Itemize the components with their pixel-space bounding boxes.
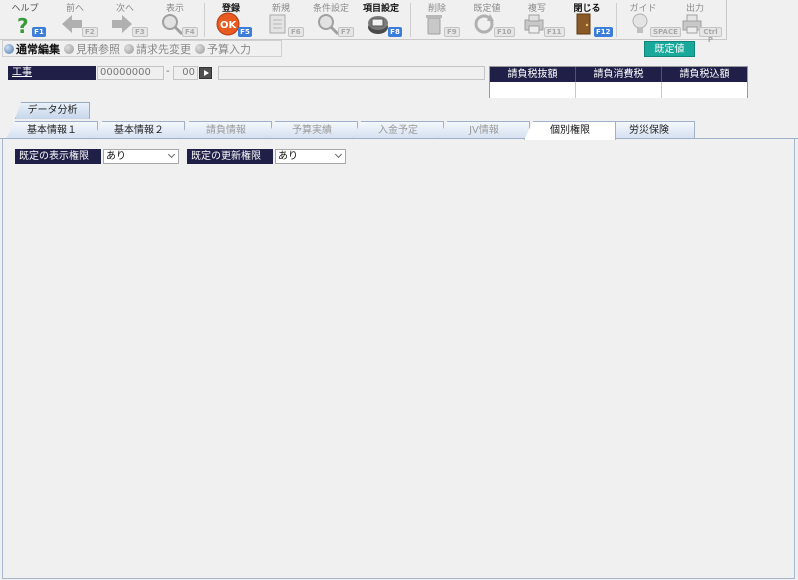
kouji-lookup-button[interactable]: [199, 67, 212, 79]
key-badge: F12: [594, 27, 613, 37]
toolbar-separator: [616, 3, 617, 37]
mode-budget-input[interactable]: 予算入力: [194, 41, 254, 56]
search-settings-icon: [318, 14, 340, 36]
mode-billing-change[interactable]: 請求先変更: [123, 41, 194, 56]
help-icon: ?: [17, 14, 29, 36]
kouji-code-field[interactable]: 00000000: [97, 66, 164, 80]
display-permission-value: あり: [106, 151, 126, 162]
tab-data-analysis[interactable]: データ分析: [15, 102, 90, 119]
mode-estimate-reference[interactable]: 見積参照: [63, 41, 123, 56]
mode-label: 通常編集: [16, 42, 60, 56]
key-badge: F5: [238, 27, 252, 37]
contract-summary-table: 請負税抜額 請負消費税 請負税込額: [489, 66, 748, 98]
radio-icon: [4, 43, 14, 54]
kouji-name-field[interactable]: [218, 66, 485, 80]
update-permission-value: あり: [278, 151, 298, 162]
tab-individual-permissions[interactable]: 個別権限: [524, 121, 616, 140]
kouji-dash: -: [166, 66, 170, 77]
key-badge: Ctrl P: [699, 27, 722, 44]
lightbulb-icon: [632, 13, 648, 33]
register-button[interactable]: 登録 OK F5: [208, 0, 258, 40]
tab-basic-info-2[interactable]: 基本情報２: [93, 121, 185, 139]
tab-budget-results[interactable]: 予算実績: [266, 121, 358, 139]
summary-header: 請負税込額: [679, 69, 730, 80]
key-badge: F1: [32, 27, 46, 37]
key-badge: F4: [182, 27, 198, 37]
key-badge: F8: [388, 27, 402, 37]
update-permission-select[interactable]: あり: [275, 149, 346, 164]
permissions-panel: 既定の表示権限 あり 既定の更新権限 あり: [2, 139, 795, 579]
close-button[interactable]: 閉じる F12: [564, 0, 614, 40]
svg-text:OK: OK: [220, 20, 238, 31]
display-permission-label: 既定の表示権限: [15, 149, 101, 164]
arrow-right-icon: [112, 15, 132, 33]
door-icon: [576, 13, 591, 35]
chevron-down-icon: [334, 150, 343, 159]
display-permission-select[interactable]: あり: [103, 149, 179, 164]
delete-button[interactable]: 削除 F9: [414, 0, 464, 40]
tab-payment-schedule[interactable]: 入金予定: [352, 121, 444, 139]
summary-value: [576, 82, 662, 98]
toolbar-separator: [410, 3, 411, 37]
key-badge: F2: [82, 27, 98, 37]
key-badge: F9: [444, 27, 460, 37]
radio-icon: [195, 43, 205, 54]
summary-header-row: 請負税抜額 請負消費税 請負税込額: [490, 67, 747, 82]
copy-button[interactable]: 複写 F11: [514, 0, 565, 40]
radio-icon: [124, 43, 134, 54]
new-button[interactable]: 新規 F6: [258, 0, 308, 40]
svg-text:?: ?: [17, 14, 29, 36]
output-button[interactable]: 出力 Ctrl P: [672, 0, 722, 44]
key-badge: F3: [132, 27, 148, 37]
tab-strip: 基本情報１ 基本情報２ 請負情報 予算実績 入金予定 JV情報 個別権限 労災保…: [0, 121, 798, 140]
mode-label: 見積参照: [76, 42, 120, 56]
summary-value-row: [490, 82, 747, 98]
tab-jv-info[interactable]: JV情報: [438, 121, 530, 139]
summary-value: [490, 82, 576, 98]
kouji-sub-field[interactable]: 00: [173, 66, 198, 80]
display-button[interactable]: 表示 F4: [152, 0, 202, 40]
key-badge: F6: [288, 27, 304, 37]
copy-icon: [524, 14, 544, 34]
default-value-tool-button[interactable]: 既定値 F10: [464, 0, 515, 40]
key-badge: F10: [494, 27, 515, 37]
summary-value: [662, 82, 747, 98]
mode-bar: 通常編集 見積参照 請求先変更 予算入力: [2, 40, 282, 57]
key-badge: F7: [338, 27, 354, 37]
refresh-icon: [474, 14, 494, 34]
mode-label: 請求先変更: [136, 42, 191, 56]
toolbar-separator: [204, 3, 205, 37]
summary-header: 請負税抜額: [490, 67, 576, 82]
tab-contract-info[interactable]: 請負情報: [180, 121, 272, 139]
item-settings-button[interactable]: 項目設定 F8: [358, 0, 408, 40]
tab-workers-compensation[interactable]: 労災保険: [603, 121, 695, 139]
summary-header: 請負消費税: [576, 67, 662, 82]
item-settings-icon: [368, 16, 388, 34]
toolbar: ヘルプ ? F1 前へ F2 次へ F3 表示 F4 登録 OK F5 新規 F…: [0, 0, 727, 44]
kouji-label[interactable]: 工事: [8, 66, 96, 80]
prev-button[interactable]: 前へ F2: [52, 0, 102, 40]
mode-label: 予算入力: [207, 42, 251, 56]
key-badge: F11: [544, 27, 565, 37]
next-button[interactable]: 次へ F3: [102, 0, 152, 40]
help-button[interactable]: ヘルプ ? F1: [2, 0, 52, 40]
mode-normal-edit[interactable]: 通常編集: [3, 41, 63, 56]
ok-icon: OK: [216, 12, 240, 36]
guide-button[interactable]: ガイド SPACE: [620, 0, 681, 40]
arrow-left-icon: [62, 15, 82, 33]
new-document-icon: [269, 14, 286, 34]
condition-settings-button[interactable]: 条件設定 F7: [308, 0, 358, 40]
tab-basic-info-1[interactable]: 基本情報１: [6, 121, 98, 139]
magnifier-icon: [162, 14, 184, 36]
trash-icon: [426, 15, 442, 35]
kouji-label-text: 工事: [12, 67, 32, 78]
default-value-button[interactable]: 既定値: [644, 41, 695, 57]
chevron-down-icon: [167, 150, 176, 159]
tab-panel: 既定の表示権限 あり 既定の更新権限 あり: [0, 138, 798, 580]
radio-icon: [64, 43, 74, 54]
update-permission-label: 既定の更新権限: [187, 149, 273, 164]
